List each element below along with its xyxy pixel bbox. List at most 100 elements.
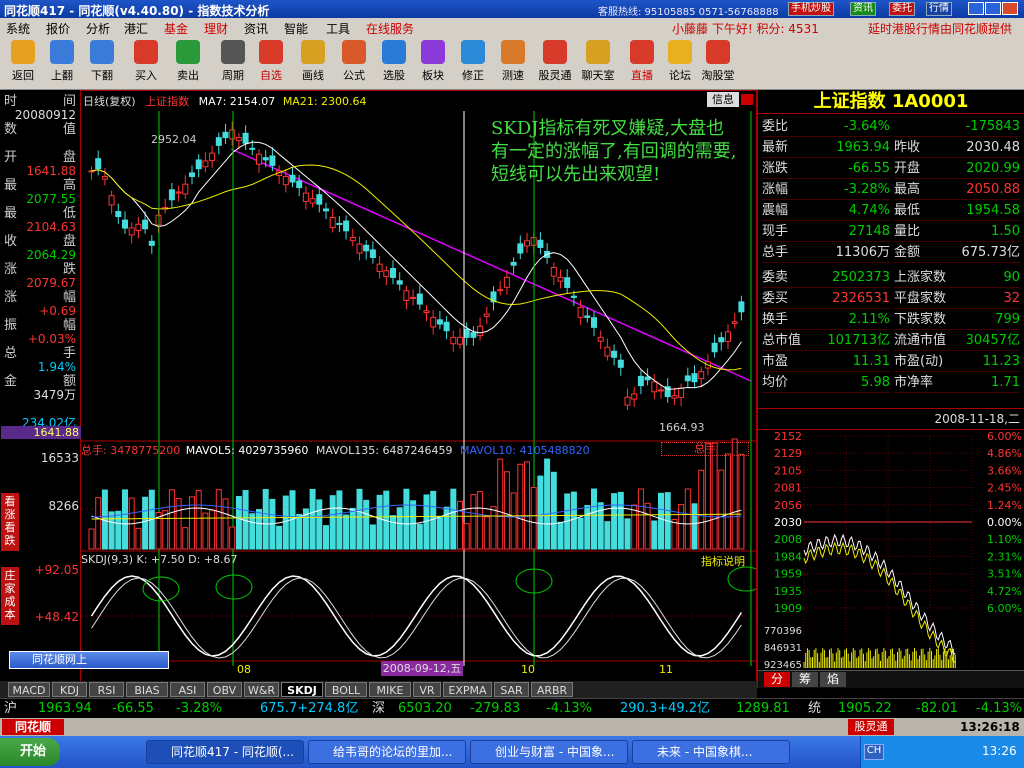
toolbar-sell-button[interactable]: 卖出 bbox=[170, 38, 206, 88]
toolbar-chatroom-button[interactable]: 聊天室 bbox=[580, 38, 616, 88]
quote-value: 5.98 bbox=[818, 372, 890, 393]
tab-boll[interactable]: BOLL bbox=[325, 682, 367, 697]
mavol5-label: MAVOL5: 4029735960 bbox=[185, 444, 309, 457]
toolbar-formula-button[interactable]: 公式 bbox=[336, 38, 372, 88]
subtab-flame[interactable]: 焰 bbox=[820, 672, 846, 687]
start-button[interactable]: 开始 bbox=[0, 738, 60, 766]
tab-rsi[interactable]: RSI bbox=[89, 682, 124, 697]
info-row: 数值 bbox=[2, 120, 78, 148]
close-info-icon[interactable] bbox=[741, 94, 753, 105]
menu-finance[interactable]: 理财 bbox=[204, 20, 228, 37]
taskbar-clock: 13:26 bbox=[982, 744, 1017, 758]
toolbar-live-button[interactable]: 直播 bbox=[624, 38, 660, 88]
minimize-icon[interactable] bbox=[968, 2, 984, 15]
price-axis-label: 2008 bbox=[774, 533, 802, 546]
tab-asi[interactable]: ASI bbox=[170, 682, 205, 697]
candle-body bbox=[423, 310, 430, 313]
subtab-minute[interactable]: 分 bbox=[764, 672, 790, 687]
close-icon[interactable] bbox=[1002, 2, 1018, 15]
toolbar-draw-line-button[interactable]: 画线 bbox=[295, 38, 331, 88]
candle-body bbox=[524, 240, 530, 247]
toolbar-forum-button[interactable]: 论坛 bbox=[662, 38, 698, 88]
candle-body bbox=[597, 336, 604, 342]
skdj-d-line bbox=[91, 577, 742, 659]
volume-bar bbox=[631, 504, 638, 550]
task-forum[interactable]: 给韦哥的论坛的里加... bbox=[308, 740, 466, 764]
task-chess1[interactable]: 创业与财富 - 中国象... bbox=[470, 740, 628, 764]
tab-mike[interactable]: MIKE bbox=[369, 682, 411, 697]
ime-indicator[interactable]: CH bbox=[864, 744, 884, 760]
menu-online[interactable]: 在线服务 bbox=[366, 20, 414, 37]
toolbar-taogu-button[interactable]: 淘股堂 bbox=[700, 38, 736, 88]
tab-arbr[interactable]: ARBR bbox=[531, 682, 573, 697]
candle-body bbox=[470, 332, 477, 338]
volume-axis-label: 846931 bbox=[764, 643, 802, 654]
volume-bar bbox=[256, 509, 262, 550]
toolbar-glt-button[interactable]: 股灵通 bbox=[537, 38, 573, 88]
side-tab-cost[interactable]: 庄家成本 bbox=[1, 567, 19, 625]
tab-obv[interactable]: OBV bbox=[207, 682, 242, 697]
toolbar-back-button[interactable]: 返回 bbox=[5, 38, 41, 88]
tab-skdj[interactable]: SKDJ bbox=[281, 682, 323, 697]
volume-bar bbox=[510, 492, 517, 550]
volume-selector[interactable]: 总手 bbox=[661, 442, 749, 456]
candle-body bbox=[564, 277, 571, 288]
volume-bar bbox=[584, 505, 591, 550]
tab-w-r[interactable]: W&R bbox=[244, 682, 279, 697]
candle-body bbox=[430, 316, 437, 328]
toolbar-page-up-button[interactable]: 上翻 bbox=[44, 38, 80, 88]
tab-expma[interactable]: EXPMA bbox=[443, 682, 492, 697]
window-controls[interactable] bbox=[968, 2, 1022, 16]
menu-quote[interactable]: 报价 bbox=[46, 20, 70, 37]
mobile-trade-button[interactable]: 手机炒股 bbox=[788, 2, 834, 16]
volume-bar bbox=[611, 493, 618, 550]
news-button[interactable]: 资讯 bbox=[850, 2, 876, 16]
menu-hk[interactable]: 港汇 bbox=[124, 20, 148, 37]
tab-vr[interactable]: VR bbox=[413, 682, 441, 697]
intraday-chart[interactable]: 2152 6.00% 2129 4.86% 2105 3.66% 2081 2.45% 2056… bbox=[758, 430, 1024, 670]
volume-bar bbox=[336, 490, 343, 550]
menu-fund[interactable]: 基金 bbox=[164, 20, 188, 37]
toolbar-speed-test-button[interactable]: 测速 bbox=[495, 38, 531, 88]
tab-kdj[interactable]: KDJ bbox=[52, 682, 87, 697]
quote-value: 27148 bbox=[818, 221, 890, 242]
toolbar-period-button[interactable]: 周期 bbox=[215, 38, 251, 88]
tab-sar[interactable]: SAR bbox=[494, 682, 529, 697]
volume-bar bbox=[182, 527, 189, 550]
toolbar-buy-button[interactable]: 买入 bbox=[128, 38, 164, 88]
trust-button[interactable]: 委托 bbox=[889, 2, 915, 16]
quote-label: 换手 bbox=[762, 309, 822, 330]
side-tab-trend[interactable]: 看涨看跌 bbox=[1, 493, 19, 551]
task-chess2[interactable]: 未来 - 中国象棋... bbox=[632, 740, 790, 764]
volume-bar bbox=[644, 502, 651, 550]
toolbar-taogu-label: 淘股堂 bbox=[701, 69, 735, 82]
subtab-chips[interactable]: 筹 bbox=[792, 672, 818, 687]
task-ths[interactable]: 同花顺417 - 同花顺(... bbox=[146, 740, 304, 764]
candle-body bbox=[550, 266, 557, 277]
mavol5-line bbox=[91, 507, 742, 525]
glt-service[interactable]: 股灵通 bbox=[848, 719, 894, 735]
quote-value: 11306万 bbox=[818, 242, 890, 263]
skdj-help[interactable]: 指标说明 bbox=[701, 553, 745, 569]
floating-window[interactable]: 同花顺网上 bbox=[9, 651, 169, 669]
toolbar-page-down-button[interactable]: 下翻 bbox=[84, 38, 120, 88]
menu-smart[interactable]: 智能 bbox=[284, 20, 308, 37]
tab-macd[interactable]: MACD bbox=[8, 682, 50, 697]
toolbar-adjust-button[interactable]: 修正 bbox=[455, 38, 491, 88]
menu-news[interactable]: 资讯 bbox=[244, 20, 268, 37]
menu-system[interactable]: 系统 bbox=[6, 20, 30, 37]
tab-bias[interactable]: BIAS bbox=[126, 682, 168, 697]
toolbar-stock-picker-label: 选股 bbox=[383, 69, 405, 82]
menu-analysis[interactable]: 分析 bbox=[86, 20, 110, 37]
toolbar-sector-button[interactable]: 板块 bbox=[415, 38, 451, 88]
toolbar-stock-picker-button[interactable]: 选股 bbox=[376, 38, 412, 88]
menu-tools[interactable]: 工具 bbox=[326, 20, 350, 37]
volume-bar bbox=[323, 525, 329, 550]
volume-bar bbox=[483, 516, 490, 550]
info-button[interactable]: 信息 bbox=[707, 92, 739, 107]
maximize-icon[interactable] bbox=[985, 2, 1001, 15]
toolbar-watchlist-button[interactable]: 自选 bbox=[253, 38, 289, 88]
price-axis-label: 1959 bbox=[774, 568, 802, 581]
candle-body bbox=[289, 174, 296, 183]
quote-button[interactable]: 行情 bbox=[926, 2, 952, 16]
